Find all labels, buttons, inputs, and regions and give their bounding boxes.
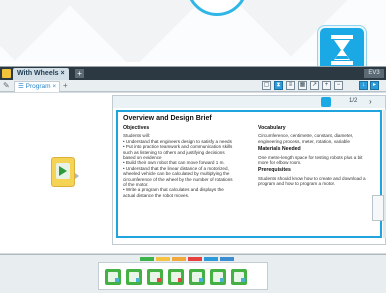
download-icon[interactable]: ↓ [359, 81, 368, 90]
project-tab-close-icon[interactable]: × [61, 70, 65, 77]
prerequisites-heading: Prerequisites [258, 167, 291, 174]
prerequisites-line: program and how to program a motor. [258, 181, 336, 187]
programming-canvas[interactable]: 1/2 › Overview and Design Brief Objectiv… [0, 93, 386, 253]
program-tab-icon: ☰ [18, 83, 24, 90]
objectives-heading: Objectives [123, 125, 150, 131]
program-tab-label: Program [25, 83, 51, 90]
zoom-in-icon[interactable]: + [322, 81, 331, 90]
action-palette [98, 262, 268, 290]
page-indicator: 1/2 [349, 98, 358, 104]
program-tab[interactable]: ☰ Program × [14, 81, 61, 92]
palette-tab-6[interactable] [220, 257, 234, 261]
next-page-button[interactable]: › [369, 97, 372, 106]
toolbar: ▢ ⧗ ≡ ▦ ↗ + − [262, 81, 343, 91]
materials-heading: Materials Needed [258, 146, 301, 153]
programming-palettes-area [0, 254, 386, 293]
app-window: With Wheels × + EV3 ✎ ☰ Program × + ▢ ⧗ … [0, 66, 386, 293]
large-motor-block[interactable] [105, 269, 121, 285]
display-block[interactable] [189, 269, 205, 285]
sound-block[interactable] [210, 269, 226, 285]
objectives-column: Objectives Students will: • Understand t… [123, 125, 249, 198]
background-shape [0, 0, 79, 61]
palette-blocks [105, 269, 247, 285]
objectives-line: • Put into practice teamwork and communi… [123, 144, 233, 150]
vocabulary-heading: Vocabulary [258, 125, 286, 131]
sound-block-icon [213, 272, 224, 282]
hourglass-icon [331, 35, 353, 65]
palette-tab-2[interactable] [156, 257, 170, 261]
project-tab-bar: With Wheels × + EV3 [0, 67, 386, 80]
sequence-connector [75, 173, 79, 179]
hardware-page-label[interactable]: EV3 [364, 69, 384, 78]
project-properties-icon[interactable]: ✎ [3, 82, 11, 90]
table-icon[interactable]: ▦ [298, 81, 307, 90]
chart-icon[interactable]: ↗ [310, 81, 319, 90]
medium-motor-block-icon [129, 272, 140, 282]
medium-motor-block[interactable] [126, 269, 142, 285]
content-editor-panel: 1/2 › Overview and Design Brief Objectiv… [112, 95, 386, 245]
palette-tab-3[interactable] [172, 257, 186, 261]
start-block[interactable] [51, 157, 75, 187]
lobby-icon[interactable] [2, 69, 11, 78]
palette-tab-5[interactable] [204, 257, 218, 261]
details-column: Vocabulary Circumference, centimetre, co… [258, 125, 378, 187]
display-block-icon [192, 272, 203, 282]
play-icon [56, 163, 70, 179]
add-program-button[interactable]: + [63, 82, 71, 90]
content-document: Overview and Design Brief Objectives Stu… [116, 110, 382, 238]
brick-status-light-block-icon [234, 272, 245, 282]
zoom-out-icon[interactable]: − [334, 81, 343, 90]
large-motor-block-icon [108, 272, 119, 282]
content-editor-icon[interactable]: ⧗ [274, 81, 283, 90]
content-editor-page-icon[interactable] [321, 97, 331, 107]
dial-shape [186, 0, 248, 16]
brick-status-light-block[interactable] [231, 269, 247, 285]
content-editor-bar: 1/2 › [113, 96, 385, 108]
project-tab[interactable]: With Wheels × [13, 68, 69, 80]
palette-tab-4[interactable] [188, 257, 202, 261]
program-tab-close-icon[interactable]: × [52, 83, 56, 90]
hardware-page-toggle[interactable] [372, 195, 384, 221]
document-title: Overview and Design Brief [123, 115, 212, 122]
project-tab-label: With Wheels [17, 70, 59, 77]
move-steering-block-icon [150, 272, 161, 282]
objectives-line: actual distance the robot moves. [123, 192, 190, 198]
move-tank-block-icon [171, 272, 182, 282]
list-icon[interactable]: ≡ [286, 81, 295, 90]
run-icon[interactable]: ▸ [370, 81, 379, 90]
palette-tabs [140, 257, 234, 261]
tag-icon[interactable]: ▢ [262, 81, 271, 90]
add-project-button[interactable]: + [75, 69, 84, 78]
move-steering-block[interactable] [147, 269, 163, 285]
background-shape [69, 0, 197, 62]
toolbar-right: ↓ ▸ [359, 81, 379, 90]
palette-tab-1[interactable] [140, 257, 154, 261]
move-tank-block[interactable] [168, 269, 184, 285]
